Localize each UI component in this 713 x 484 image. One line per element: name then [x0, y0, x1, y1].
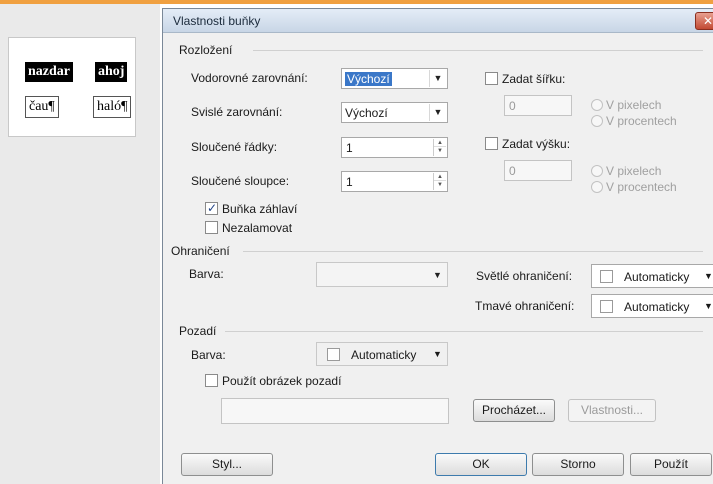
table-cell[interactable]: nazdar: [25, 62, 73, 82]
specify-width-label: Zadat šířku:: [502, 72, 566, 86]
use-bg-image-checkbox[interactable]: [205, 374, 218, 387]
table-cell[interactable]: čau¶: [25, 96, 59, 118]
cell-properties-dialog: Vlastnosti buňky ✕ Rozložení Vodorovné z…: [162, 8, 713, 484]
merged-rows-value: 1: [346, 141, 353, 155]
v-align-value: Výchozí: [345, 106, 388, 120]
light-border-dropdown[interactable]: Automaticky ▼: [591, 264, 713, 288]
height-value: 0: [509, 164, 516, 178]
spin-up-icon[interactable]: ▲: [434, 173, 446, 181]
apply-button[interactable]: Použít: [630, 453, 712, 476]
merged-cols-stepper[interactable]: 1 ▲ ▼: [341, 171, 448, 192]
color-swatch: [327, 348, 340, 361]
layout-divider: [253, 50, 703, 51]
dropdown-arrow-icon: ▼: [429, 104, 446, 121]
specify-width-checkbox[interactable]: [485, 72, 498, 85]
height-pixels-label: V pixelech: [606, 164, 662, 178]
dark-border-value: Automaticky: [624, 300, 690, 314]
width-input[interactable]: 0: [504, 95, 572, 116]
merged-cols-label: Sloučené sloupce:: [191, 174, 290, 188]
border-color-label: Barva:: [189, 267, 224, 281]
height-percent-radio[interactable]: [591, 181, 603, 193]
bg-color-value: Automaticky: [351, 348, 417, 362]
bg-image-path-input[interactable]: [221, 398, 449, 424]
specify-height-checkbox[interactable]: [485, 137, 498, 150]
dropdown-arrow-icon: ▼: [704, 271, 713, 281]
close-icon: ✕: [702, 14, 713, 28]
width-percent-label: V procentech: [606, 114, 677, 128]
light-border-label: Světlé ohraničení:: [476, 269, 573, 283]
header-cell-checkbox[interactable]: [205, 201, 218, 215]
height-percent-label: V procentech: [606, 180, 677, 194]
dark-border-dropdown[interactable]: Automaticky ▼: [591, 294, 713, 318]
h-align-dropdown[interactable]: Výchozí ▼: [341, 68, 448, 89]
color-swatch: [600, 300, 613, 313]
specify-height-label: Zadat výšku:: [502, 137, 571, 151]
v-align-label: Svislé zarovnání:: [191, 105, 283, 119]
h-align-value: Výchozí: [345, 72, 392, 86]
bg-color-label: Barva:: [191, 348, 226, 362]
merged-rows-label: Sloučené řádky:: [191, 140, 278, 154]
header-cell-label: Buňka záhlaví: [222, 202, 298, 216]
stepper-buttons[interactable]: ▲ ▼: [433, 173, 446, 190]
layout-section-title: Rozložení: [179, 43, 233, 57]
document-table[interactable]: nazdar ahoj čau¶ haló¶: [8, 37, 136, 137]
dropdown-arrow-icon: ▼: [704, 301, 713, 311]
width-percent-radio[interactable]: [591, 115, 603, 127]
dropdown-arrow-icon: ▼: [433, 270, 442, 280]
width-pixels-label: V pixelech: [606, 98, 662, 112]
table-cell[interactable]: haló¶: [93, 96, 132, 118]
dropdown-arrow-icon: ▼: [433, 349, 442, 359]
nowrap-label: Nezalamovat: [222, 221, 293, 235]
light-border-value: Automaticky: [624, 270, 690, 284]
color-swatch: [600, 270, 613, 283]
merged-cols-value: 1: [346, 175, 353, 189]
spin-down-icon[interactable]: ▼: [434, 181, 446, 189]
h-align-label: Vodorovné zarovnání:: [191, 71, 308, 85]
border-color-dropdown[interactable]: ▼: [316, 262, 448, 287]
image-properties-button[interactable]: Vlastnosti...: [568, 399, 656, 422]
v-align-dropdown[interactable]: Výchozí ▼: [341, 102, 448, 123]
dialog-titlebar[interactable]: Vlastnosti buňky ✕: [163, 9, 713, 33]
width-value: 0: [509, 99, 516, 113]
background-divider: [225, 331, 703, 332]
stepper-buttons[interactable]: ▲ ▼: [433, 139, 446, 156]
cancel-button[interactable]: Storno: [532, 453, 624, 476]
nowrap-checkbox[interactable]: [205, 221, 218, 234]
dropdown-arrow-icon: ▼: [429, 70, 446, 87]
browse-button[interactable]: Procházet...: [473, 399, 555, 422]
use-bg-image-label: Použít obrázek pozadí: [222, 374, 342, 388]
width-pixels-radio[interactable]: [591, 99, 603, 111]
bg-color-dropdown[interactable]: Automaticky ▼: [316, 342, 448, 366]
table-cell[interactable]: ahoj: [95, 62, 128, 82]
close-button[interactable]: ✕: [695, 12, 713, 30]
merged-rows-stepper[interactable]: 1 ▲ ▼: [341, 137, 448, 158]
spin-down-icon[interactable]: ▼: [434, 147, 446, 155]
style-button[interactable]: Styl...: [181, 453, 273, 476]
height-input[interactable]: 0: [504, 160, 572, 181]
dialog-title: Vlastnosti buňky: [173, 14, 261, 28]
ok-button[interactable]: OK: [435, 453, 527, 476]
spin-up-icon[interactable]: ▲: [434, 139, 446, 147]
background-section-title: Pozadí: [179, 324, 217, 338]
height-pixels-radio[interactable]: [591, 165, 603, 177]
dark-border-label: Tmavé ohraničení:: [475, 299, 575, 313]
borders-divider: [243, 251, 703, 252]
borders-section-title: Ohraničení: [171, 244, 230, 258]
